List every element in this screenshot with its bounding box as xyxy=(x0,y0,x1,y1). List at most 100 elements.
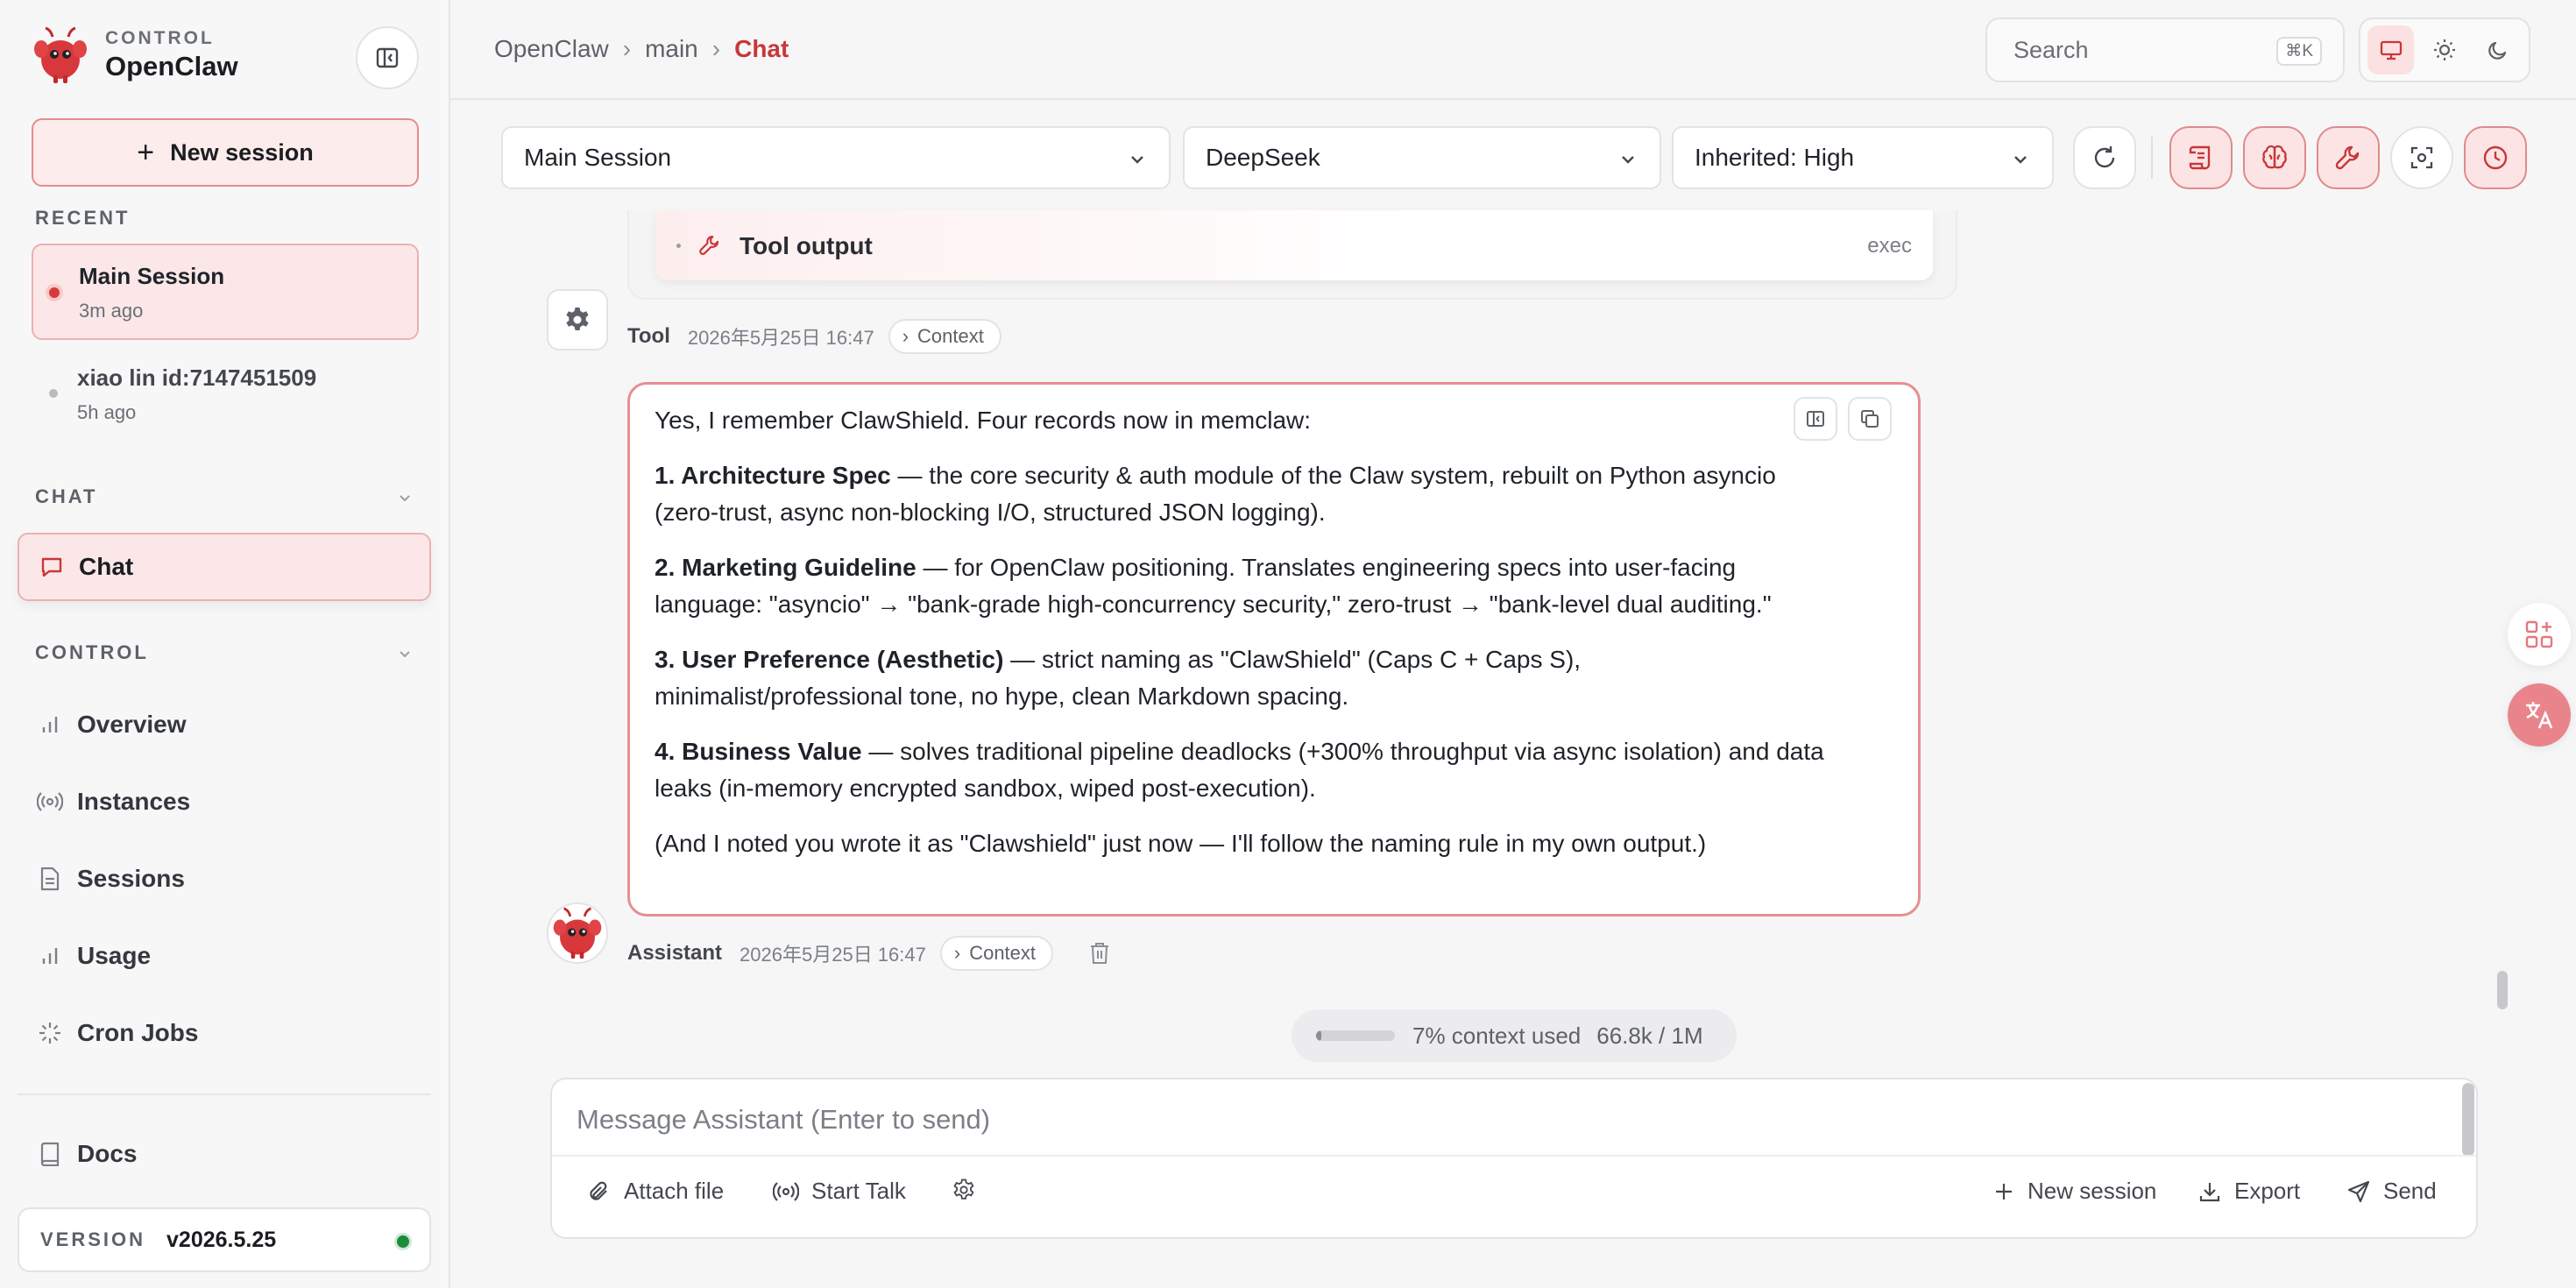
theme-system-button[interactable] xyxy=(2367,25,2415,74)
apps-widget-button[interactable] xyxy=(2508,603,2571,666)
list-item-title: 2. Marketing Guideline xyxy=(655,554,916,581)
list-item-title: 1. Architecture Spec xyxy=(655,462,891,489)
breadcrumb-current: Chat xyxy=(734,35,789,62)
sidebar-item-overview[interactable]: Overview xyxy=(18,690,431,759)
moon-icon xyxy=(2486,38,2510,62)
sidebar-item-label: Cron Jobs xyxy=(77,1019,199,1046)
brand-subtitle: CONTROL xyxy=(105,28,215,48)
breadcrumb-item[interactable]: OpenClaw xyxy=(494,35,609,63)
composer-scrollbar[interactable] xyxy=(2462,1083,2474,1157)
session-time: 3m ago xyxy=(79,300,144,322)
toolbar-divider xyxy=(2151,137,2153,179)
chat-scrollbar[interactable] xyxy=(2497,971,2508,1009)
sidebar-item-cron-jobs[interactable]: Cron Jobs xyxy=(18,999,431,1067)
session-item-xiao-lin[interactable]: xiao lin id:7147451509 5h ago xyxy=(32,347,419,443)
theme-dark-button[interactable] xyxy=(2475,25,2522,74)
sidebar-item-docs[interactable]: Docs xyxy=(18,1120,431,1188)
composer-new-session-button[interactable]: New session xyxy=(1992,1178,2156,1205)
translate-icon xyxy=(2522,697,2557,732)
chat-bubble-icon xyxy=(39,554,65,580)
wrench-icon xyxy=(697,233,722,258)
sidebar-item-instances[interactable]: Instances xyxy=(18,768,431,836)
message-list-item: 3. User Preference (Aesthetic) — strict … xyxy=(655,641,1829,715)
search-input[interactable]: Search ⌘K xyxy=(1985,18,2345,82)
cron-history-button[interactable] xyxy=(2464,126,2527,189)
control-section-label: CONTROL xyxy=(35,641,149,663)
session-select[interactable]: Main Session xyxy=(501,126,1171,189)
context-usage-text: 7% context used xyxy=(1412,1022,1582,1049)
start-talk-button[interactable]: Start Talk xyxy=(773,1178,906,1205)
sidebar-item-sessions[interactable]: Sessions xyxy=(18,845,431,913)
download-icon xyxy=(2197,1179,2234,1204)
refresh-icon xyxy=(2091,144,2119,172)
tools-button[interactable] xyxy=(2317,126,2380,189)
context-toggle[interactable]: › Context xyxy=(888,319,1001,354)
session-title: Main Session xyxy=(79,263,225,289)
context-label: Context xyxy=(969,942,1037,964)
brand[interactable]: CONTROL OpenClaw xyxy=(32,26,238,84)
apps-grid-icon xyxy=(2523,619,2555,650)
focus-mode-button[interactable] xyxy=(2390,126,2453,189)
send-button[interactable]: Send xyxy=(2346,1178,2437,1205)
export-label: Export xyxy=(2234,1178,2301,1204)
model-select[interactable]: DeepSeek xyxy=(1183,126,1661,189)
collapse-sidebar-button[interactable] xyxy=(356,26,419,89)
message-timestamp: 2026年5月25日 16:47 xyxy=(687,327,874,349)
chevron-down-icon xyxy=(1127,149,1148,170)
chevron-down-icon[interactable] xyxy=(396,489,414,506)
sidebar-item-label: Docs xyxy=(77,1140,138,1167)
idle-status-dot xyxy=(49,389,58,398)
lobster-logo-icon xyxy=(32,26,89,84)
export-button[interactable]: Export xyxy=(2197,1178,2300,1205)
session-item-main[interactable]: Main Session 3m ago xyxy=(32,244,419,340)
chevron-down-icon[interactable] xyxy=(396,645,414,662)
plus-icon xyxy=(1992,1180,2028,1203)
tool-output-label: Tool output xyxy=(740,232,873,259)
session-select-value: Main Session xyxy=(524,144,672,171)
thinking-level-select[interactable]: Inherited: High xyxy=(1672,126,2054,189)
refresh-button[interactable] xyxy=(2073,126,2136,189)
focus-frame-icon xyxy=(2409,145,2435,171)
chevron-right-icon: › xyxy=(902,325,909,347)
breadcrumb-item[interactable]: main xyxy=(645,35,698,63)
theme-light-button[interactable] xyxy=(2421,25,2467,74)
message-role: Assistant xyxy=(627,941,723,965)
sidebar-item-label: Overview xyxy=(77,711,187,738)
document-icon xyxy=(37,866,63,892)
brain-icon xyxy=(2260,143,2289,173)
new-session-label: New session xyxy=(2028,1178,2157,1204)
list-item-title: 4. Business Value xyxy=(655,738,862,765)
sun-icon xyxy=(2432,38,2457,62)
search-placeholder: Search xyxy=(2013,36,2089,63)
recent-section-label: RECENT xyxy=(35,207,131,229)
sidebar-item-chat[interactable]: Chat xyxy=(18,533,431,601)
message-input[interactable]: Message Assistant (Enter to send) xyxy=(577,1104,990,1136)
copy-message-button[interactable] xyxy=(1848,397,1892,441)
context-toggle[interactable]: › Context xyxy=(939,936,1054,971)
plus-icon: + xyxy=(137,135,155,169)
wrench-icon xyxy=(2333,143,2363,173)
breadcrumb: OpenClaw › main › Chat xyxy=(494,35,789,63)
sidebar-item-label: Instances xyxy=(77,788,191,815)
brand-title: OpenClaw xyxy=(105,51,238,81)
composer-settings-button[interactable] xyxy=(952,1178,988,1202)
model-select-value: DeepSeek xyxy=(1206,144,1320,171)
send-label: Send xyxy=(2383,1178,2437,1204)
context-usage-fill xyxy=(1316,1030,1322,1041)
sidebar-collapse-icon xyxy=(375,46,400,70)
memory-button[interactable] xyxy=(2243,126,2306,189)
sidebar-item-usage[interactable]: Usage xyxy=(18,922,431,990)
context-usage-indicator: 7% context used 66.8k / 1M xyxy=(1292,1009,1737,1062)
send-icon xyxy=(2346,1179,2383,1204)
attach-file-button[interactable]: Attach file xyxy=(587,1178,724,1205)
sidebar-divider xyxy=(18,1093,431,1095)
translate-widget-button[interactable] xyxy=(2508,683,2571,747)
context-usage-bar xyxy=(1316,1030,1395,1041)
trash-icon[interactable] xyxy=(1088,941,1111,966)
logs-button[interactable] xyxy=(2169,126,2233,189)
new-session-button[interactable]: + New session xyxy=(32,118,419,187)
tool-output-row[interactable]: Tool output exec xyxy=(655,210,1933,280)
session-time: 5h ago xyxy=(77,401,137,423)
tool-avatar xyxy=(547,289,608,350)
book-icon xyxy=(37,1141,63,1167)
